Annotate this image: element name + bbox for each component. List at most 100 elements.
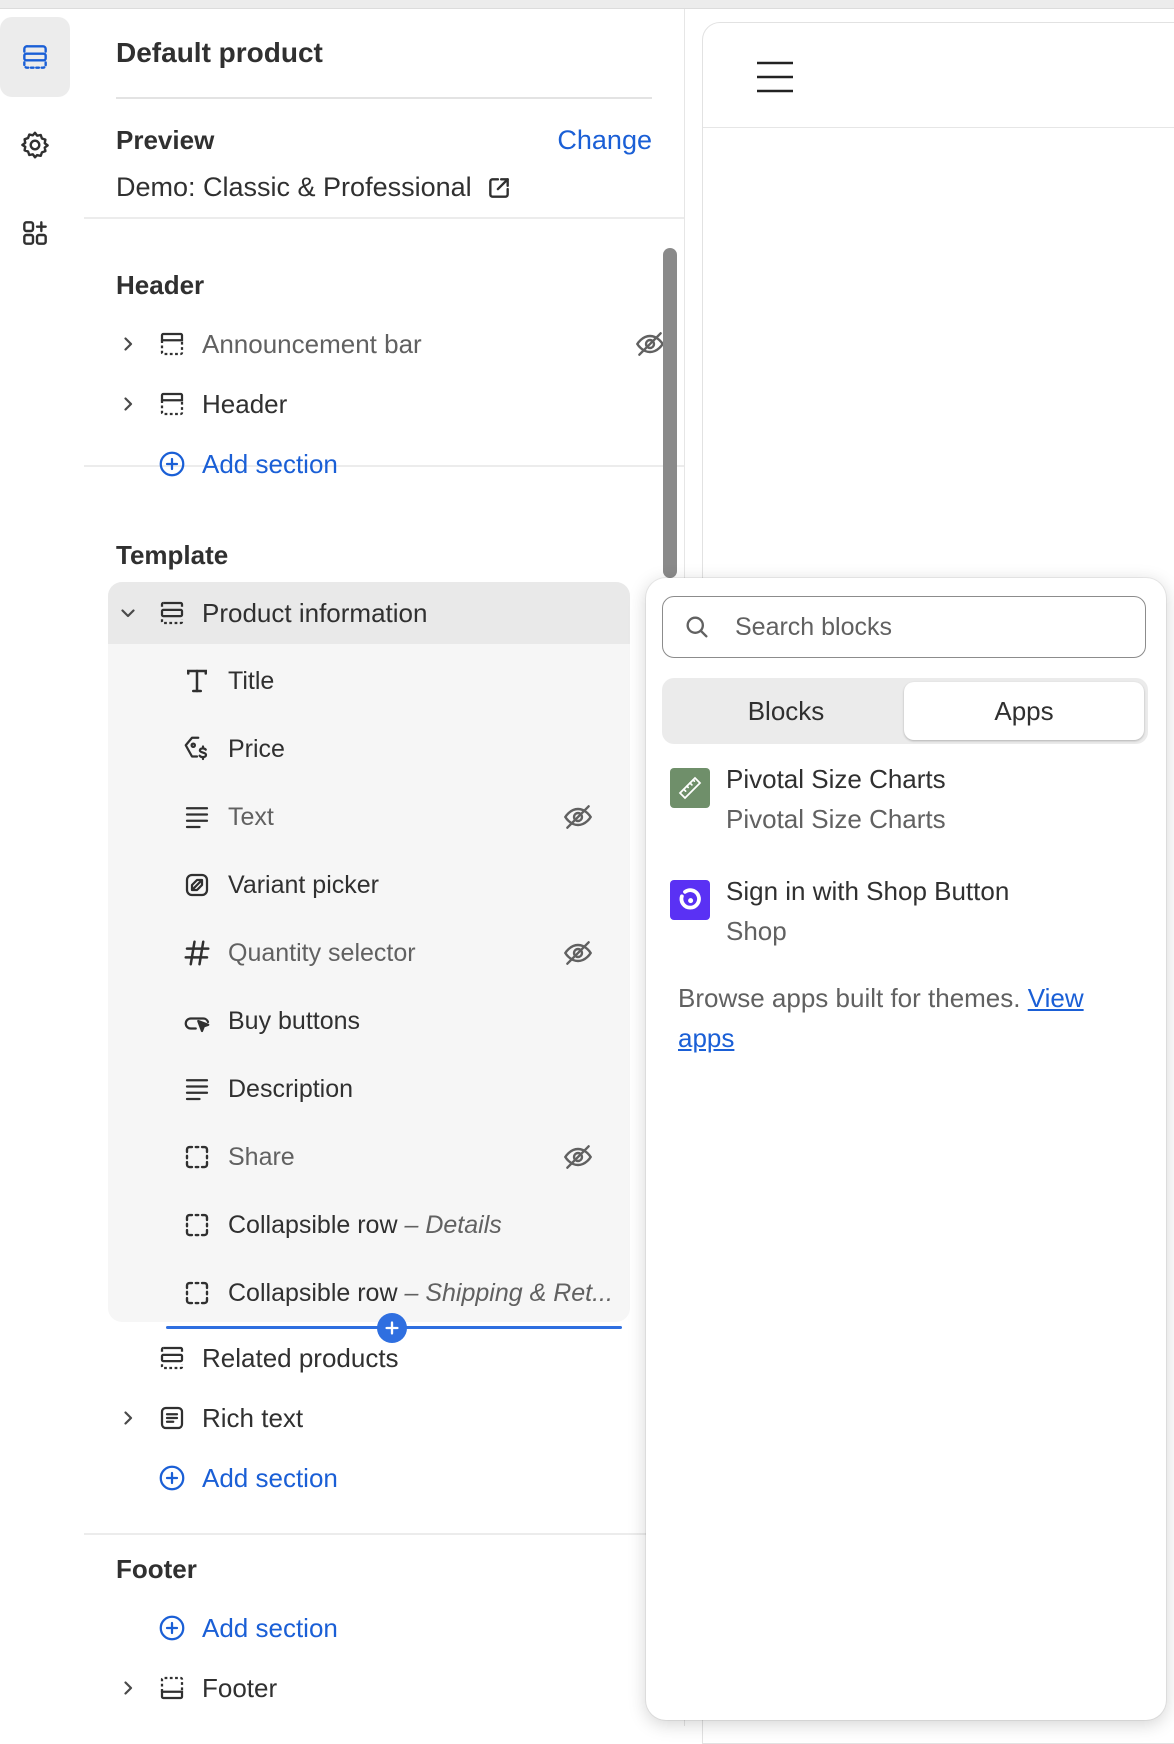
block-text[interactable]: Text: [180, 786, 630, 848]
variant-icon: [180, 868, 214, 902]
hash-icon: [180, 936, 214, 970]
template-group-label: Template: [116, 540, 229, 570]
tab-blocks[interactable]: Blocks: [666, 682, 906, 740]
chevron-right-icon[interactable]: [108, 334, 148, 354]
dashed-square-icon: [180, 1140, 214, 1174]
app-block-sign-in-with-shop[interactable]: Sign in with Shop Button Shop: [670, 876, 1140, 956]
app-blocks-icon: [23, 221, 47, 245]
block-sublabel: – Shipping & Ret...: [404, 1278, 613, 1307]
section-icon: [156, 328, 188, 360]
title-divider: [116, 97, 652, 99]
add-section-footer-button[interactable]: Add section: [108, 1600, 700, 1656]
preview-header: [703, 23, 1174, 128]
block-description[interactable]: Description: [180, 1058, 630, 1120]
chevron-right-icon[interactable]: [108, 1678, 148, 1698]
tab-apps[interactable]: Apps: [904, 682, 1144, 740]
eye-hidden-icon[interactable]: [562, 1141, 594, 1173]
section-label: Header: [202, 388, 288, 419]
change-preview-link[interactable]: Change: [557, 125, 652, 156]
text-lines-icon: [180, 1072, 214, 1106]
apps-nav-button[interactable]: [0, 193, 70, 273]
rich-text-icon: [156, 1402, 188, 1434]
section-footer[interactable]: Footer: [108, 1660, 700, 1716]
block-label: Quantity selector: [228, 938, 416, 967]
section-related-products[interactable]: Related products: [108, 1330, 700, 1386]
block-label: Share: [228, 1142, 295, 1171]
price-tag-icon: [180, 732, 214, 766]
block-label: Description: [228, 1074, 354, 1103]
block-share[interactable]: Share: [180, 1126, 630, 1188]
block-collapsible-row-details[interactable]: Collapsible row – Details: [180, 1194, 630, 1256]
theme-settings-nav-button[interactable]: [0, 105, 70, 185]
search-icon: [686, 616, 708, 638]
picker-tabs: Blocks Apps: [662, 678, 1148, 744]
gear-icon: [21, 131, 49, 159]
chevron-down-icon[interactable]: [108, 603, 148, 623]
section-divider: [84, 217, 684, 219]
app-vendor: Shop: [726, 916, 787, 946]
sidebar-scrollbar[interactable]: [663, 248, 677, 578]
block-variant-picker[interactable]: Variant picker: [180, 854, 630, 916]
section-label: Announcement bar: [202, 328, 422, 359]
dashed-square-icon: [180, 1276, 214, 1310]
section-label: Related products: [202, 1342, 399, 1373]
browse-apps-text: Browse apps built for themes. View apps: [678, 978, 1118, 1058]
section-product-information[interactable]: Product information: [108, 585, 700, 641]
preview-label: Preview: [116, 125, 215, 155]
section-icon: [156, 1342, 188, 1374]
section-announcement-bar[interactable]: Announcement bar: [108, 316, 700, 372]
block-label: Buy buttons: [228, 1006, 361, 1035]
block-title[interactable]: Title: [180, 650, 630, 712]
section-rich-text[interactable]: Rich text: [108, 1390, 700, 1446]
block-label: Variant picker: [228, 870, 379, 899]
plus-circle-icon: [156, 1612, 188, 1644]
footer-section-icon: [156, 1672, 188, 1704]
block-label: Price: [228, 734, 285, 763]
external-link-icon: [488, 177, 509, 198]
dashed-square-icon: [180, 1208, 214, 1242]
block-label: Collapsible row: [228, 1278, 398, 1307]
page-title: Default product: [116, 37, 323, 68]
header-group-label: Header: [116, 270, 205, 300]
chevron-right-icon[interactable]: [108, 394, 148, 414]
eye-hidden-icon[interactable]: [634, 328, 666, 360]
section-label: Product information: [202, 597, 428, 628]
block-label: Title: [228, 666, 275, 695]
search-blocks-field[interactable]: [662, 596, 1146, 658]
add-section-label: Add section: [202, 1462, 338, 1493]
ruler-icon: [670, 768, 710, 808]
section-icon: [156, 388, 188, 420]
plus-circle-icon: [156, 1462, 188, 1494]
eye-hidden-icon[interactable]: [562, 801, 594, 833]
block-quantity-selector[interactable]: Quantity selector: [180, 922, 630, 984]
block-collapsible-row-shipping[interactable]: Collapsible row – Shipping & Ret...: [180, 1262, 630, 1324]
block-sublabel: – Details: [404, 1210, 502, 1239]
section-icon: [156, 597, 188, 629]
block-price[interactable]: Price: [180, 718, 630, 780]
search-input[interactable]: [733, 611, 1117, 643]
eye-hidden-icon[interactable]: [562, 937, 594, 969]
plus-circle-icon: [156, 448, 188, 480]
section-label: Footer: [202, 1672, 278, 1703]
preview-product-name: Demo: Classic & Professional: [116, 172, 472, 202]
browse-apps-label: Browse apps built for themes.: [678, 983, 1021, 1013]
footer-group-label: Footer: [116, 1554, 197, 1584]
block-label: Collapsible row: [228, 1210, 398, 1239]
add-section-label: Add section: [202, 1612, 338, 1643]
text-type-icon: [180, 664, 214, 698]
app-name: Sign in with Shop Button: [726, 876, 1010, 906]
preview-product-link[interactable]: Demo: Classic & Professional: [116, 172, 512, 203]
add-section-header-button[interactable]: Add section: [108, 436, 700, 492]
add-section-template-button[interactable]: Add section: [108, 1450, 700, 1506]
block-label-wrap: Collapsible row – Details: [228, 1211, 502, 1240]
app-vendor: Pivotal Size Charts: [726, 804, 946, 834]
section-header[interactable]: Header: [108, 376, 700, 432]
sections-icon: [23, 45, 47, 69]
chevron-right-icon[interactable]: [108, 1408, 148, 1428]
app-block-pivotal-size-charts[interactable]: Pivotal Size Charts Pivotal Size Charts: [670, 764, 1140, 844]
block-buy-buttons[interactable]: Buy buttons: [180, 990, 630, 1052]
menu-hamburger-icon[interactable]: [755, 59, 795, 95]
shop-logo-icon: [670, 880, 710, 920]
add-block-popover: Blocks Apps Pivotal Size Charts Pivotal …: [646, 578, 1166, 1720]
sections-nav-button[interactable]: [0, 17, 70, 97]
